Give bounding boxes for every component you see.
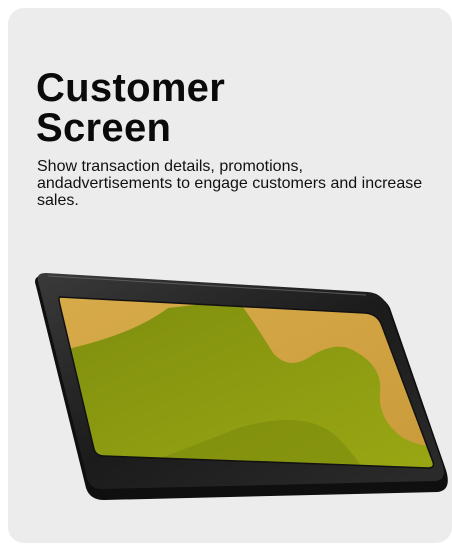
- customer-display-tablet-image: [35, 273, 448, 500]
- customer-screen-card[interactable]: Customer Screen Show transaction details…: [8, 8, 452, 543]
